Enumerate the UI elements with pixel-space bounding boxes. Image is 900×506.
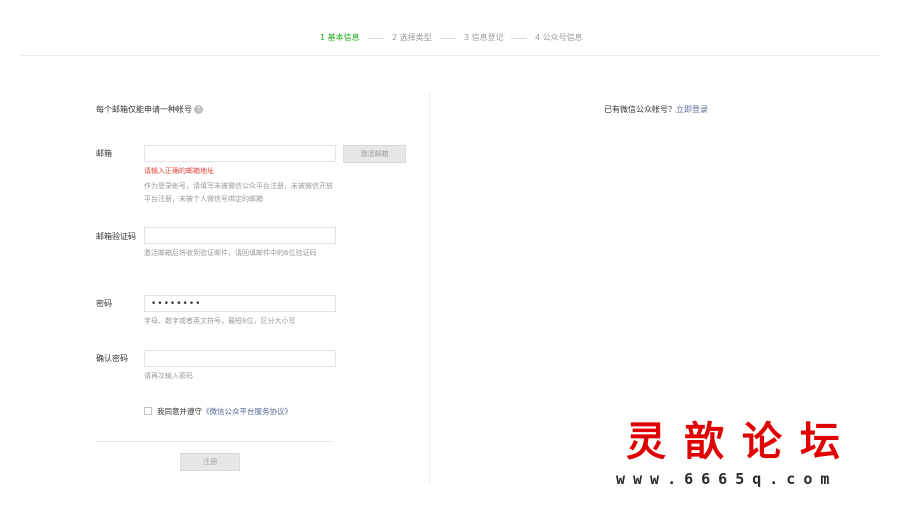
register-button[interactable]: 注册 [180,453,240,471]
confirm-tip: 请再次输入密码 [144,372,193,380]
step-4: 4 公众号信息 [535,33,583,42]
watermark-url: www.6665q.com [616,470,838,488]
email-error: 请输入正确的邮箱地址 [144,167,214,175]
login-link[interactable]: 立即登录 [676,105,708,114]
header-divider [20,55,880,56]
form-divider [96,441,332,442]
step-2: 2 选择类型 [392,33,432,42]
account-hint: 每个邮箱仅能申请一种帐号 [96,105,192,114]
code-tip: 激活邮箱后将收到验证邮件，请回填邮件中的6位验证码 [144,249,317,257]
column-divider [429,92,430,484]
password-tip: 字母、数字或者英文符号，最短8位，区分大小写 [144,317,296,325]
password-label: 密码 [96,299,112,308]
password-input[interactable] [144,295,336,312]
step-1: 1 基本信息 [320,33,360,42]
login-prefix: 已有微信公众帐号？ [604,105,676,114]
step-separator [511,38,527,39]
step-separator [440,38,456,39]
step-separator [368,38,384,39]
help-icon[interactable]: ? [194,105,203,114]
login-prompt: 已有微信公众帐号？立即登录 [604,104,708,115]
agreement-link[interactable]: 《微信公众平台服务协议》 [202,407,292,416]
agree-prefix: 我同意并遵守 [157,407,202,416]
code-input[interactable] [144,227,336,244]
code-label: 邮箱验证码 [96,232,136,241]
step-indicator: 1 基本信息 2 选择类型 3 信息登记 4 公众号信息 [0,32,900,46]
step-3: 3 信息登记 [464,33,504,42]
agree-checkbox[interactable] [144,407,152,415]
email-input[interactable] [144,145,336,162]
email-tip: 作为登录帐号，请填写未被微信公众平台注册，未被微信开放平台注册，未被个人微信号绑… [144,182,333,203]
watermark-title: 灵歆论坛 [626,418,858,465]
activate-email-button[interactable]: 激活邮箱 [343,145,406,163]
email-label: 邮箱 [96,149,112,158]
confirm-label: 确认密码 [96,354,128,363]
agree-label: 我同意并遵守《微信公众平台服务协议》 [157,406,292,417]
confirm-password-input[interactable] [144,350,336,367]
